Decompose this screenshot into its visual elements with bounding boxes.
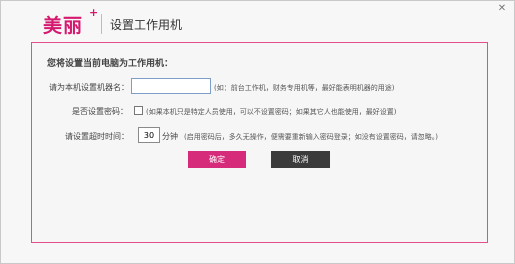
cancel-button[interactable]: 取消	[271, 151, 330, 168]
password-checkbox[interactable]	[134, 106, 143, 115]
machine-name-label: 请为本机设置机器名：	[49, 83, 129, 92]
password-label: 是否设置密码：	[72, 107, 128, 116]
timeout-unit: 分钟	[162, 132, 178, 141]
brand-logo: 美丽	[43, 15, 84, 37]
panel-heading: 您将设置当前电脑为工作用机：	[47, 59, 174, 69]
timeout-hint: (启用密码后，多久无操作，便需要重新输入密码登录；如没有设置密码，请忽略。)	[184, 133, 438, 141]
machine-name-input[interactable]	[131, 78, 211, 94]
title-divider	[101, 14, 102, 34]
settings-panel: 您将设置当前电脑为工作用机： 请为本机设置机器名： (如：前台工作机，财务专用机…	[31, 42, 488, 243]
dialog-window: ✕ 美丽 + 设置工作用机 您将设置当前电脑为工作用机： 请为本机设置机器名： …	[0, 0, 515, 264]
password-hint: (如果本机只是特定人员使用，可以不设置密码；如果其它人也能使用，最好设置)	[146, 108, 397, 116]
machine-name-hint: (如：前台工作机，财务专用机等，最好能表明机器的用途)	[214, 84, 395, 92]
window-title: 设置工作用机	[110, 18, 183, 32]
timeout-label: 请设置超时时间：	[65, 132, 129, 141]
close-icon[interactable]: ✕	[496, 3, 508, 15]
ok-button[interactable]: 确定	[188, 151, 246, 168]
brand-plus-icon: +	[89, 6, 99, 19]
timeout-input[interactable]	[138, 127, 160, 143]
